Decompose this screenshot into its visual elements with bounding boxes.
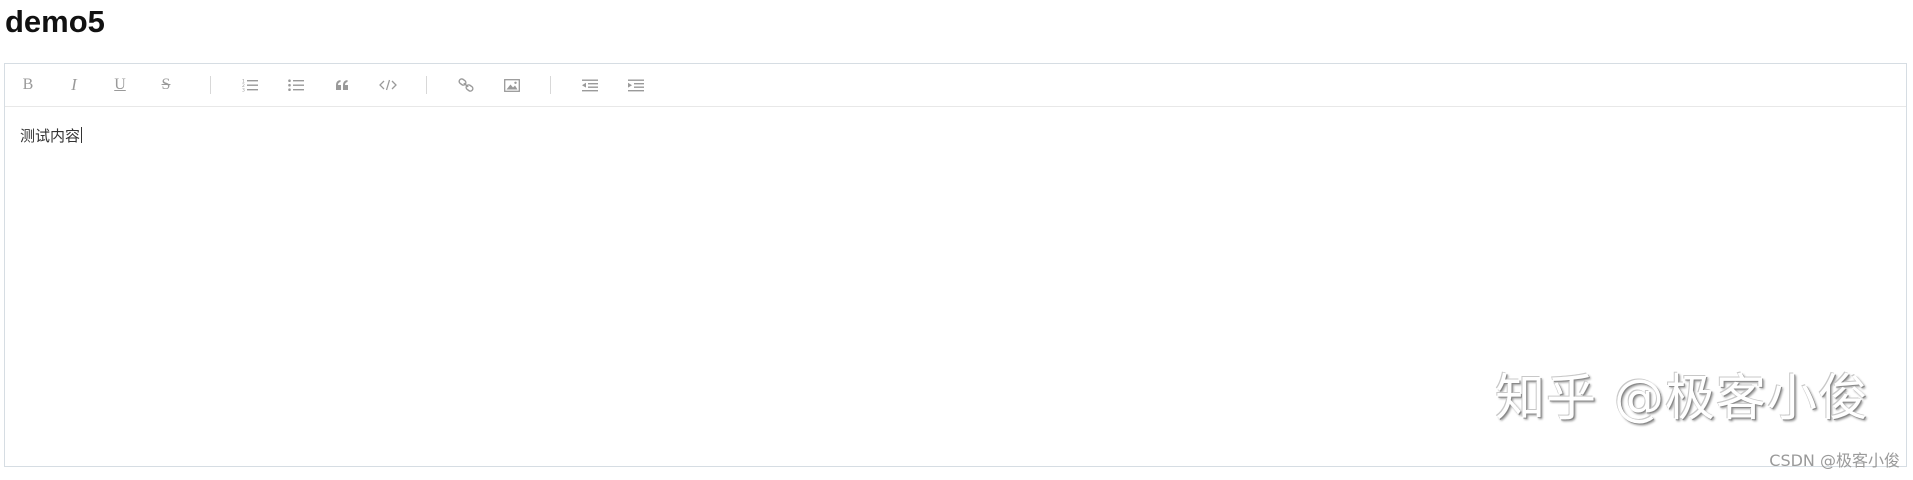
toolbar-separator xyxy=(550,76,551,94)
ordered-list-button[interactable]: 1 2 3 xyxy=(238,75,262,95)
underline-button[interactable]: U xyxy=(108,75,132,95)
strikethrough-icon: S xyxy=(161,76,171,93)
bold-icon: B xyxy=(22,76,34,93)
code-icon xyxy=(379,79,397,91)
italic-icon: I xyxy=(71,75,77,94)
editor-content-value: 测试内容 xyxy=(20,127,81,145)
outdent-button[interactable] xyxy=(578,75,602,95)
csdn-watermark: CSDN @极客小俊 xyxy=(1769,451,1900,470)
bold-button[interactable]: B xyxy=(16,75,40,95)
bullet-list-button[interactable] xyxy=(284,75,308,95)
ordered-list-icon: 1 2 3 xyxy=(242,79,258,93)
page-title: demo5 xyxy=(5,4,105,39)
code-button[interactable] xyxy=(376,75,400,95)
outdent-icon xyxy=(582,79,598,91)
toolbar-separator xyxy=(210,76,211,94)
toolbar-separator xyxy=(426,76,427,94)
editor-toolbar: B I U S 1 2 3 xyxy=(5,64,1906,107)
quote-icon xyxy=(336,80,348,90)
image-button[interactable] xyxy=(500,75,524,95)
svg-text:3: 3 xyxy=(242,88,245,93)
underline-icon: U xyxy=(114,76,126,93)
text-caret xyxy=(81,127,83,143)
indent-button[interactable] xyxy=(624,75,648,95)
blockquote-button[interactable] xyxy=(330,75,354,95)
bullet-list-icon xyxy=(288,79,304,91)
strikethrough-button[interactable]: S xyxy=(154,75,178,95)
image-icon xyxy=(504,78,520,92)
link-icon xyxy=(458,78,474,92)
italic-button[interactable]: I xyxy=(62,75,86,95)
zhihu-watermark: 知乎 @极客小俊 xyxy=(1495,369,1869,427)
editor-content-text[interactable]: 测试内容 xyxy=(20,126,83,146)
indent-icon xyxy=(628,79,644,91)
link-button[interactable] xyxy=(454,75,478,95)
